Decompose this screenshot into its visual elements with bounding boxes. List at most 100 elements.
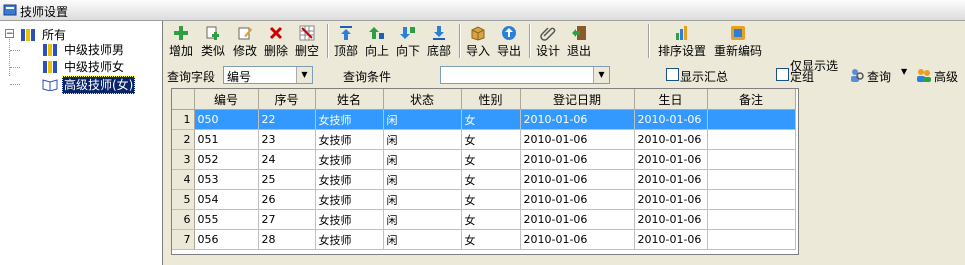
table-cell[interactable]: 23 [258, 129, 316, 150]
table-cell[interactable] [707, 149, 796, 170]
table-cell[interactable]: 28 [258, 229, 316, 250]
table-cell[interactable] [707, 209, 796, 230]
table-cell[interactable]: 056 [194, 229, 259, 250]
table-cell[interactable]: 2010-01-06 [520, 229, 635, 250]
column-header[interactable]: 编号 [194, 89, 259, 110]
table-cell[interactable]: 2010-01-06 [520, 209, 635, 230]
table-cell[interactable]: 闲 [383, 149, 462, 170]
table-cell[interactable]: 2010-01-06 [634, 109, 708, 130]
table-cell[interactable]: 女 [461, 129, 521, 150]
table-cell[interactable] [707, 169, 796, 190]
row-number-cell[interactable]: 4 [172, 169, 195, 190]
table-cell[interactable]: 052 [194, 149, 259, 170]
table-cell[interactable]: 24 [258, 149, 316, 170]
table-cell[interactable]: 054 [194, 189, 259, 210]
row-number-cell[interactable]: 7 [172, 229, 195, 250]
table-cell[interactable]: 26 [258, 189, 316, 210]
table-cell[interactable]: 2010-01-06 [520, 189, 635, 210]
table-row[interactable]: 2 051 23 女技师闲女 2010-01-06 2010-01-06 [172, 129, 796, 150]
table-cell[interactable]: 闲 [383, 229, 462, 250]
table-cell[interactable]: 女技师 [315, 109, 384, 130]
table-cell[interactable]: 2010-01-06 [634, 189, 708, 210]
move-bottom-button[interactable]: 底部 [426, 21, 452, 61]
export-button[interactable]: 导出 [496, 21, 522, 61]
table-cell[interactable]: 女 [461, 149, 521, 170]
query-field-select[interactable]: 编号 ▼ [223, 66, 313, 84]
row-number-cell[interactable]: 5 [172, 189, 195, 210]
column-header[interactable]: 登记日期 [520, 89, 635, 110]
edit-button[interactable]: 修改 [232, 21, 258, 61]
table-cell[interactable]: 2010-01-06 [520, 169, 635, 190]
data-grid[interactable]: 编号 序号 姓名 状态 性别 登记日期 生日 备注 1 050 22 女技师闲女 201… [171, 88, 799, 255]
table-cell[interactable]: 女技师 [315, 169, 384, 190]
column-header[interactable]: 备注 [707, 89, 796, 110]
row-number-cell[interactable]: 3 [172, 149, 195, 170]
table-cell[interactable]: 闲 [383, 189, 462, 210]
advanced-button[interactable]: 高级 [916, 65, 964, 85]
table-cell[interactable]: 女技师 [315, 149, 384, 170]
table-cell[interactable]: 女 [461, 169, 521, 190]
table-row[interactable]: 3 052 24 女技师闲女 2010-01-06 2010-01-06 [172, 149, 796, 170]
column-header[interactable]: 生日 [634, 89, 708, 110]
table-cell[interactable]: 闲 [383, 169, 462, 190]
move-up-button[interactable]: 向上 [364, 21, 390, 61]
column-header[interactable]: 性别 [461, 89, 521, 110]
table-row[interactable]: 5 054 26 女技师闲女 2010-01-06 2010-01-06 [172, 189, 796, 210]
table-cell[interactable] [707, 189, 796, 210]
table-cell[interactable]: 女技师 [315, 229, 384, 250]
sort-settings-button[interactable]: 排序设置 [656, 21, 708, 61]
category-tree[interactable]: − 所有 中级技师男 中级技师女 高级技师(女) [0, 21, 163, 265]
column-header[interactable]: 状态 [383, 89, 462, 110]
table-cell[interactable]: 22 [258, 109, 316, 130]
table-cell[interactable]: 女 [461, 189, 521, 210]
table-cell[interactable]: 2010-01-06 [520, 109, 635, 130]
table-row[interactable]: 7 056 28 女技师闲女 2010-01-06 2010-01-06 [172, 229, 796, 250]
table-cell[interactable]: 27 [258, 209, 316, 230]
table-cell[interactable]: 女 [461, 109, 521, 130]
table-cell[interactable]: 女 [461, 209, 521, 230]
exit-button[interactable]: 退出 [566, 21, 592, 61]
import-button[interactable]: 导入 [465, 21, 491, 61]
query-condition-input[interactable]: ▼ [440, 66, 610, 84]
similar-button[interactable]: 类似 [200, 21, 226, 61]
table-cell[interactable]: 2010-01-06 [634, 209, 708, 230]
table-cell[interactable] [707, 229, 796, 250]
table-cell[interactable]: 055 [194, 209, 259, 230]
show-summary-checkbox[interactable] [666, 68, 679, 81]
collapse-icon[interactable]: − [5, 29, 14, 39]
row-number-cell[interactable]: 2 [172, 129, 195, 150]
table-cell[interactable]: 2010-01-06 [634, 229, 708, 250]
row-number-cell[interactable]: 6 [172, 209, 195, 230]
table-cell[interactable]: 051 [194, 129, 259, 150]
table-cell[interactable]: 女技师 [315, 189, 384, 210]
table-cell[interactable]: 2010-01-06 [634, 149, 708, 170]
only-selected-checkbox[interactable] [776, 68, 789, 81]
row-number-cell[interactable]: 1 [172, 109, 195, 130]
recode-button[interactable]: 重新编码 [712, 21, 764, 61]
table-cell[interactable]: 女技师 [315, 209, 384, 230]
table-cell[interactable]: 25 [258, 169, 316, 190]
column-header[interactable]: 序号 [258, 89, 316, 110]
table-cell[interactable]: 2010-01-06 [634, 129, 708, 150]
move-top-button[interactable]: 顶部 [333, 21, 359, 61]
table-cell[interactable]: 闲 [383, 209, 462, 230]
table-cell[interactable]: 2010-01-06 [520, 129, 635, 150]
clear-all-button[interactable]: 删空 [294, 21, 320, 61]
table-cell[interactable]: 053 [194, 169, 259, 190]
table-cell[interactable]: 2010-01-06 [634, 169, 708, 190]
table-cell[interactable] [707, 109, 796, 130]
table-cell[interactable]: 050 [194, 109, 259, 130]
column-header[interactable]: 姓名 [315, 89, 384, 110]
table-cell[interactable]: 闲 [383, 109, 462, 130]
table-row[interactable]: 1 050 22 女技师闲女 2010-01-06 2010-01-06 [172, 109, 796, 130]
table-cell[interactable]: 闲 [383, 129, 462, 150]
table-cell[interactable]: 女 [461, 229, 521, 250]
delete-button[interactable]: 删除 [263, 21, 289, 61]
table-cell[interactable]: 女技师 [315, 129, 384, 150]
move-down-button[interactable]: 向下 [395, 21, 421, 61]
table-cell[interactable] [707, 129, 796, 150]
design-button[interactable]: 设计 [535, 21, 561, 61]
table-cell[interactable]: 2010-01-06 [520, 149, 635, 170]
query-button[interactable]: 查询 ▼ [849, 65, 909, 85]
table-row[interactable]: 6 055 27 女技师闲女 2010-01-06 2010-01-06 [172, 209, 796, 230]
